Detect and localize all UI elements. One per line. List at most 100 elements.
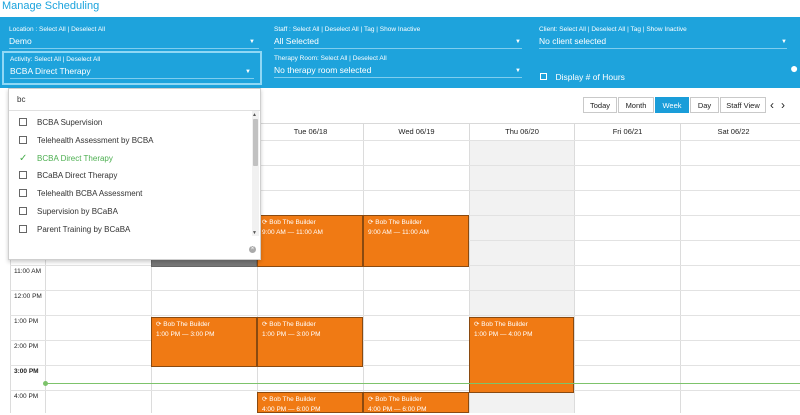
month-button[interactable]: Month bbox=[618, 97, 654, 113]
grid-line bbox=[10, 290, 800, 291]
dropdown-option[interactable]: Telehealth Assessment by BCBA bbox=[19, 132, 244, 149]
activity-select[interactable]: BCBA Direct Therapy bbox=[10, 66, 91, 77]
client-filter: Client: Select All | Deselect All | Tag … bbox=[539, 26, 789, 52]
client-deselect-all[interactable]: Deselect All bbox=[591, 26, 625, 33]
location-select[interactable]: Demo bbox=[9, 36, 32, 47]
display-hours-checkbox[interactable] bbox=[540, 73, 547, 81]
day-header[interactable]: Sat 06/22 bbox=[680, 123, 786, 140]
staff-underline bbox=[274, 48, 522, 49]
day-header[interactable]: Fri 06/21 bbox=[574, 123, 680, 140]
chevron-left-icon[interactable]: ‹ bbox=[770, 97, 774, 113]
recurring-icon: ⟳ bbox=[262, 219, 268, 226]
dropdown-divider bbox=[9, 110, 260, 111]
time-label: 11:00 AM bbox=[14, 268, 41, 275]
dropdown-scroll-thumb[interactable] bbox=[253, 119, 258, 166]
calendar-event[interactable]: ⟳ Bob The Builder 1:00 PM — 4:00 PM bbox=[469, 317, 574, 393]
dropdown-search-input[interactable]: bc bbox=[17, 93, 25, 107]
event-title: ⟳ Bob The Builder bbox=[262, 219, 316, 226]
dropdown-option[interactable]: Telehealth BCBA Assessment bbox=[19, 185, 244, 202]
staff-show-inactive[interactable]: Show Inactive bbox=[380, 26, 420, 33]
activity-filter[interactable]: Activity: Select All | Deselect All BCBA… bbox=[2, 51, 262, 85]
calendar-event[interactable]: ⟳ Bob The Builder 4:00 PM — 6:00 PM bbox=[363, 392, 469, 413]
client-select-all[interactable]: Select All bbox=[559, 26, 586, 33]
staff-select-all[interactable]: Select All bbox=[293, 26, 320, 33]
checkbox[interactable] bbox=[19, 136, 27, 144]
option-label: BCBA Direct Therapy bbox=[37, 154, 113, 163]
grid-line bbox=[10, 365, 800, 366]
grid-line bbox=[10, 315, 800, 316]
therapy-room-label: Therapy Room: bbox=[274, 55, 319, 62]
grid-line bbox=[574, 123, 575, 413]
page-title: Manage Scheduling bbox=[2, 0, 100, 12]
time-label: 1:00 PM bbox=[14, 318, 39, 325]
staff-view-button[interactable]: Staff View bbox=[720, 97, 766, 113]
option-label: Supervision by BCaBA bbox=[37, 207, 118, 216]
calendar-event[interactable]: ⟳ Bob The Builder 1:00 PM — 3:00 PM bbox=[257, 317, 363, 367]
activity-filter-inner: Activity: Select All | Deselect All BCBA… bbox=[10, 56, 258, 84]
staff-select[interactable]: All Selected bbox=[274, 36, 319, 47]
caret-down-icon[interactable]: ▼ bbox=[515, 68, 521, 74]
day-header[interactable]: Thu 06/20 bbox=[469, 123, 574, 140]
checkbox[interactable] bbox=[19, 225, 27, 233]
activity-underline bbox=[10, 78, 254, 79]
day-header[interactable]: Wed 06/19 bbox=[363, 123, 469, 140]
calendar-event[interactable]: ⟳ Bob The Builder 9:00 AM — 11:00 AM bbox=[257, 215, 363, 267]
staff-tag[interactable]: Tag bbox=[364, 26, 374, 33]
caret-down-icon[interactable]: ▼ bbox=[515, 39, 521, 45]
dropdown-option[interactable]: Supervision by BCaBA bbox=[19, 203, 244, 220]
staff-label: Staff : bbox=[274, 26, 291, 33]
client-tag[interactable]: Tag bbox=[631, 26, 641, 33]
location-select-all[interactable]: Select All bbox=[39, 26, 66, 33]
calendar-event[interactable]: ⟳ Bob The Builder 9:00 AM — 11:00 AM bbox=[363, 215, 469, 267]
checkbox[interactable] bbox=[19, 118, 27, 126]
therapy-room-select-all[interactable]: Select All bbox=[321, 55, 348, 62]
client-show-inactive[interactable]: Show Inactive bbox=[646, 26, 686, 33]
activity-label-row: Activity: Select All | Deselect All bbox=[10, 56, 101, 63]
activity-deselect-all[interactable]: Deselect All bbox=[66, 56, 100, 63]
checkbox[interactable] bbox=[19, 171, 27, 179]
day-button[interactable]: Day bbox=[690, 97, 719, 113]
scroll-down-icon[interactable]: ▼ bbox=[252, 230, 257, 236]
event-time: 1:00 PM — 3:00 PM bbox=[262, 331, 321, 338]
event-title: ⟳ Bob The Builder bbox=[156, 321, 210, 328]
today-button[interactable]: Today bbox=[583, 97, 617, 113]
event-title: ⟳ Bob The Builder bbox=[474, 321, 528, 328]
dropdown-option-selected[interactable]: ✓ BCBA Direct Therapy bbox=[19, 150, 244, 167]
caret-down-icon[interactable]: ▼ bbox=[245, 69, 251, 75]
checkbox[interactable] bbox=[19, 207, 27, 215]
clear-icon[interactable]: × bbox=[249, 246, 256, 253]
caret-down-icon[interactable]: ▼ bbox=[781, 39, 787, 45]
grid-line bbox=[10, 390, 800, 391]
caret-down-icon[interactable]: ▼ bbox=[249, 39, 255, 45]
calendar-event[interactable]: ⟳ Bob The Builder 1:00 PM — 3:00 PM bbox=[151, 317, 257, 367]
checkbox[interactable] bbox=[19, 189, 27, 197]
activity-label: Activity: bbox=[10, 56, 33, 63]
chevron-right-icon[interactable]: › bbox=[781, 97, 785, 113]
event-time: 4:00 PM — 6:00 PM bbox=[368, 406, 427, 413]
display-hours-toggle[interactable]: Display # of Hours bbox=[540, 68, 660, 82]
recurring-icon: ⟳ bbox=[368, 396, 374, 403]
location-deselect-all[interactable]: Deselect All bbox=[71, 26, 105, 33]
staff-deselect-all[interactable]: Deselect All bbox=[325, 26, 359, 33]
scroll-up-icon[interactable]: ▲ bbox=[252, 112, 257, 118]
event-title: ⟳ Bob The Builder bbox=[262, 396, 316, 403]
dropdown-option[interactable]: BCaBA Direct Therapy bbox=[19, 167, 244, 184]
option-label: Telehealth BCBA Assessment bbox=[37, 189, 143, 198]
time-label: 4:00 PM bbox=[14, 393, 39, 400]
activity-dropdown: bc BCBA Supervision Telehealth Assessmen… bbox=[8, 88, 261, 260]
dropdown-option[interactable]: Parent Training by BCaBA bbox=[19, 221, 244, 238]
time-label: 3:00 PM bbox=[14, 368, 39, 375]
calendar-event[interactable]: ⟳ Bob The Builder 4:00 PM — 6:00 PM bbox=[257, 392, 363, 413]
current-time-line bbox=[45, 383, 800, 384]
activity-select-all[interactable]: Select All bbox=[34, 56, 61, 63]
client-select[interactable]: No client selected bbox=[539, 36, 606, 47]
dropdown-option[interactable]: BCBA Supervision bbox=[19, 114, 244, 131]
user-icon[interactable]: ● bbox=[790, 59, 800, 77]
option-label: Parent Training by BCaBA bbox=[37, 225, 131, 234]
day-header[interactable]: Tue 06/18 bbox=[257, 123, 363, 140]
week-button[interactable]: Week bbox=[655, 97, 689, 113]
event-time: 1:00 PM — 3:00 PM bbox=[156, 331, 215, 338]
therapy-room-deselect-all[interactable]: Deselect All bbox=[353, 55, 387, 62]
event-title: ⟳ Bob The Builder bbox=[368, 396, 422, 403]
therapy-room-select[interactable]: No therapy room selected bbox=[274, 65, 371, 76]
